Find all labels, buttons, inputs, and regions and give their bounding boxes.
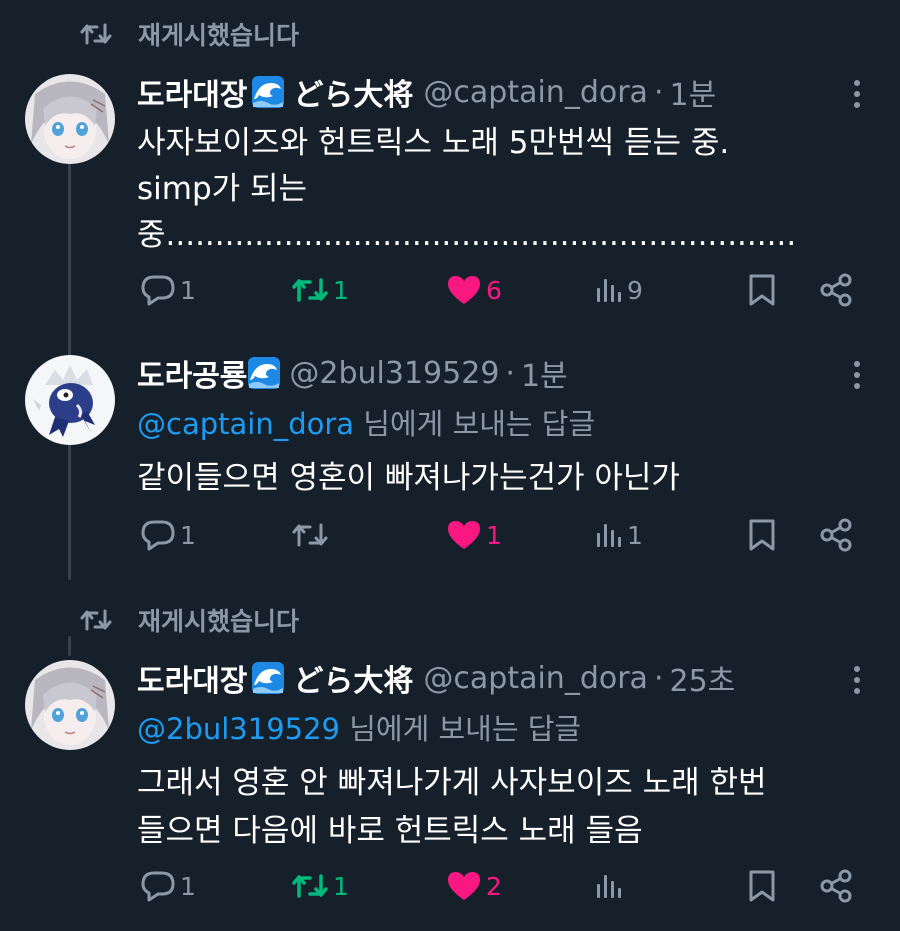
reply-count: 1	[180, 871, 196, 901]
avatar-white-hair-character	[25, 74, 115, 164]
share-icon	[820, 869, 852, 903]
more-options-icon[interactable]	[845, 76, 869, 112]
repost-label: 재게시했습니다	[138, 607, 300, 636]
repost-icon	[80, 23, 112, 45]
water-wave-emoji-icon	[252, 662, 285, 694]
tweet-text-line: simp가 되는	[137, 171, 308, 207]
retweet-button[interactable]: 1	[291, 268, 349, 312]
bookmark-icon	[749, 274, 775, 306]
like-count: 2	[486, 871, 502, 901]
bookmark-button[interactable]	[748, 513, 776, 557]
reply-count: 1	[180, 520, 196, 550]
share-button[interactable]	[819, 268, 853, 312]
like-count: 6	[486, 275, 502, 305]
repost-indicator: 재게시했습니다	[80, 600, 299, 640]
views-chart-icon	[597, 524, 621, 547]
reply-icon	[141, 520, 175, 551]
retweet-count: 1	[333, 275, 349, 305]
replying-to-suffix: 님에게 보내는 답글	[340, 712, 582, 746]
retweet-icon	[292, 874, 328, 898]
heart-filled-icon	[448, 276, 480, 304]
retweet-button[interactable]: 1	[291, 864, 349, 908]
separator-dot: ·	[653, 660, 664, 696]
user-handle[interactable]: @captain_dora	[423, 661, 648, 696]
bookmark-icon	[749, 870, 775, 902]
user-handle[interactable]: @captain_dora	[423, 75, 648, 110]
display-name[interactable]: 도라공룡	[137, 351, 247, 395]
retweet-icon	[292, 278, 328, 302]
views-button[interactable]: 1	[595, 513, 643, 557]
display-name[interactable]: 도라대장	[137, 70, 247, 114]
share-icon	[820, 518, 852, 552]
tweet-header: 도라공룡 @2bul319529 · 1분	[137, 351, 568, 395]
thread-connector-line	[68, 636, 71, 656]
like-button[interactable]: 2	[446, 864, 502, 908]
share-button[interactable]	[819, 864, 853, 908]
tweet-text-line: 사자보이즈와 헌트릭스 노래 5만번씩 듣는 중.	[137, 125, 730, 161]
avatar[interactable]	[25, 660, 115, 750]
heart-filled-icon	[448, 872, 480, 900]
like-button[interactable]: 6	[446, 268, 502, 312]
display-name-suffix[interactable]: どら大将	[293, 70, 413, 114]
reply-icon	[141, 871, 175, 902]
retweet-count: 1	[333, 871, 349, 901]
share-button[interactable]	[819, 513, 853, 557]
retweet-button[interactable]	[291, 513, 333, 557]
repost-indicator: 재게시했습니다	[80, 14, 299, 54]
retweet-icon	[292, 523, 328, 547]
views-button[interactable]: 9	[595, 268, 643, 312]
replying-to-suffix: 님에게 보내는 답글	[354, 407, 596, 441]
views-count: 9	[627, 275, 643, 305]
reply-mention-link[interactable]: @2bul319529	[137, 712, 340, 746]
separator-dot: ·	[653, 74, 664, 110]
tweet-text-line: 그래서 영혼 안 빠져나가게 사자보이즈 노래 한번	[137, 765, 767, 801]
reply-count: 1	[180, 275, 196, 305]
avatar[interactable]	[25, 74, 115, 164]
reply-icon	[141, 275, 175, 306]
share-icon	[820, 273, 852, 307]
display-name-suffix[interactable]: どら大将	[293, 656, 413, 700]
avatar-dragon-character	[25, 355, 115, 445]
tweet-text-line: 같이들으면 영혼이 빠져나가는건가 아닌가	[137, 460, 680, 496]
water-wave-emoji-icon	[252, 76, 285, 108]
views-count: 1	[627, 520, 643, 550]
avatar[interactable]	[25, 355, 115, 445]
heart-filled-icon	[448, 521, 480, 549]
tweet-header: 도라대장 どら大将 @captain_dora · 25초	[137, 656, 735, 700]
timestamp[interactable]: 1분	[521, 351, 568, 395]
tweet-text-line: 중.......................................…	[137, 217, 797, 253]
user-handle[interactable]: @2bul319529	[289, 356, 499, 391]
reply-button[interactable]: 1	[140, 513, 196, 557]
avatar-white-hair-character	[25, 660, 115, 750]
reply-button[interactable]: 1	[140, 268, 196, 312]
separator-dot: ·	[505, 355, 515, 391]
replying-to-line: @captain_dora 님에게 보내는 답글	[137, 401, 595, 443]
more-options-icon[interactable]	[845, 357, 869, 393]
bookmark-button[interactable]	[748, 864, 776, 908]
repost-icon	[80, 609, 112, 631]
replying-to-line: @2bul319529 님에게 보내는 답글	[137, 706, 581, 748]
reply-mention-link[interactable]: @captain_dora	[137, 407, 354, 441]
tweet-header: 도라대장 どら大将 @captain_dora · 1분	[137, 70, 716, 114]
views-button[interactable]	[595, 864, 627, 908]
like-button[interactable]: 1	[446, 513, 502, 557]
more-options-icon[interactable]	[845, 662, 869, 698]
reply-button[interactable]: 1	[140, 864, 196, 908]
bookmark-icon	[749, 519, 775, 551]
water-wave-emoji-icon	[248, 357, 281, 389]
display-name[interactable]: 도라대장	[137, 656, 247, 700]
timestamp[interactable]: 1분	[669, 70, 716, 114]
views-chart-icon	[597, 875, 621, 898]
timestamp[interactable]: 25초	[669, 656, 735, 700]
repost-label: 재게시했습니다	[138, 21, 300, 50]
bookmark-button[interactable]	[748, 268, 776, 312]
like-count: 1	[486, 520, 502, 550]
views-chart-icon	[597, 279, 621, 302]
tweet-text-line: 들으면 다음에 바로 헌트릭스 노래 들음	[137, 813, 643, 849]
